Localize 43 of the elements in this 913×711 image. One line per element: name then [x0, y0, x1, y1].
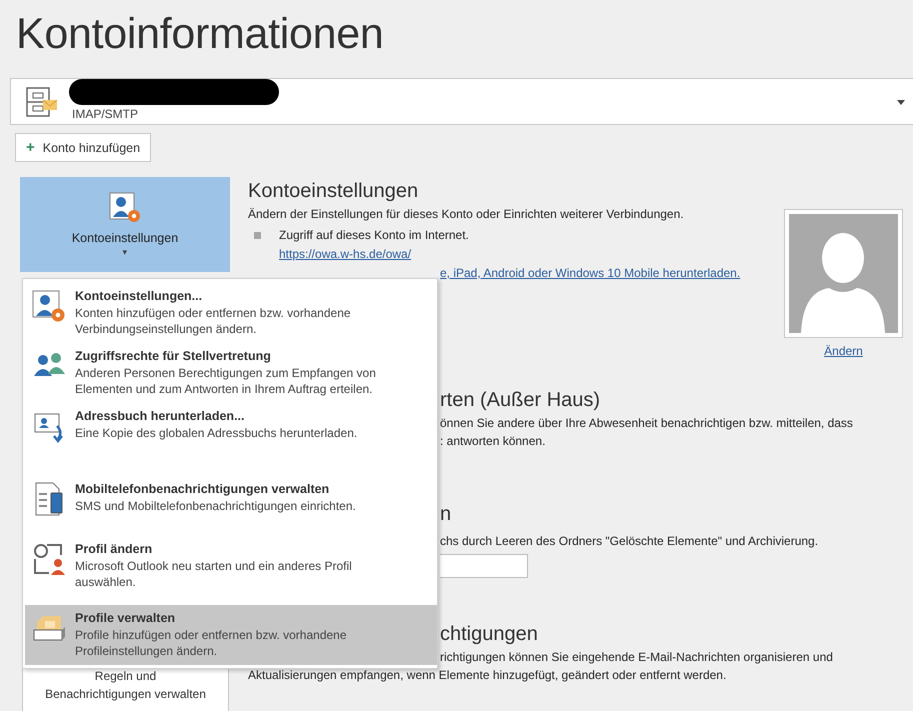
input-field[interactable]	[440, 554, 528, 578]
file-cabinet-icon	[25, 86, 59, 120]
add-account-button[interactable]: + Konto hinzufügen	[15, 133, 152, 162]
account-type: IMAP/SMTP	[72, 107, 138, 121]
menu-item[interactable]: Profile verwalten Profile hinzufügen oder entfernen bzw. vorhandene Profileinstellungen ändern.	[25, 605, 437, 665]
user-gear-icon	[31, 288, 67, 324]
section-heading: n	[440, 502, 452, 527]
section-heading: chtigungen	[440, 622, 539, 647]
menu-item-description: Eine Kopie des globalen Adressbuchs herunterladen.	[75, 425, 358, 441]
menu-item-title: Mobiltelefonbenachrichtigungen verwalten	[75, 481, 330, 498]
menu-item-description: Microsoft Outlook neu starten und ein anderes Profil auswählen.	[75, 558, 353, 590]
section-description: önnen Sie andere über Ihre Abwesenheit benachrichtigen bzw. mitteilen, dass	[440, 415, 853, 432]
menu-item-title: Adressbuch herunterladen...	[75, 408, 246, 425]
menu-item-title: Profil ändern	[75, 541, 154, 558]
account-selector[interactable]: IMAP/SMTP	[10, 78, 913, 125]
section-description: Aktualisierungen empfangen, wenn Elemente hinzugefügt, geändert oder entfernt werden.	[248, 667, 728, 684]
owa-link[interactable]: https://owa.w-hs.de/owa/	[279, 247, 412, 261]
section-description: Ändern der Einstellungen für dieses Konto oder Einrichten weiterer Verbindungen.	[248, 206, 685, 223]
profile-switch-icon	[31, 541, 67, 577]
user-gear-icon	[108, 191, 142, 225]
menu-item-description: Anderen Personen Berechtigungen zum Empfangen von Elementen und zum Antworten in Ihrem Auftrag erteilen.	[75, 365, 377, 397]
bullet-text: Zugriff auf dieses Konto im Internet.	[279, 227, 469, 244]
menu-item-title: Kontoeinstellungen...	[75, 288, 204, 305]
section-description: chs durch Leeren des Ordners "Gelöschte Elemente" und Archivierung.	[440, 533, 818, 550]
page-title: Kontoinformationen	[16, 9, 385, 60]
menu-item-description: Konten hinzufügen oder entfernen bzw. vorhandene Verbindungseinstellungen ändern.	[75, 305, 352, 337]
mobile-app-link[interactable]: e, iPad, Android oder Windows 10 Mobile herunterladen.	[440, 266, 740, 280]
menu-item-description: SMS und Mobiltelefonbenachrichtigungen einrichten.	[75, 498, 356, 514]
menu-item[interactable]: Kontoeinstellungen... Konten hinzufügen oder entfernen bzw. vorhandene Verbindungseinstellungen ändern.	[25, 283, 437, 343]
change-photo-link[interactable]: Ändern	[824, 344, 863, 358]
section-description: : antworten können.	[440, 433, 546, 450]
menu-item[interactable]: Zugriffsrechte für Stellvertretung Anderen Personen Berechtigungen zum Empfangen von Elementen und zum Antworten in Ihrem Auftrag erteilen.	[25, 343, 437, 403]
menu-item-title: Zugriffsrechte für Stellvertretung	[75, 348, 272, 365]
menu-item[interactable]: Mobiltelefonbenachrichtigungen verwalten SMS und Mobiltelefonbenachrichtigungen einrichten.	[25, 459, 437, 529]
section-description: richtigungen können Sie eingehende E-Mail-Nachrichten organisieren und	[440, 649, 833, 666]
dropdown-caret-icon	[897, 100, 905, 105]
account-settings-tile[interactable]: Kontoeinstellungen ▾	[20, 177, 230, 272]
menu-item[interactable]: Adressbuch herunterladen... Eine Kopie des globalen Adressbuchs herunterladen.	[25, 403, 437, 459]
section-heading: rten (Außer Haus)	[440, 388, 602, 413]
bullet-icon	[254, 232, 261, 238]
menu-item-title: Profile verwalten	[75, 610, 176, 627]
section-heading: Kontoeinstellungen	[248, 179, 420, 204]
menu-item[interactable]: Profil ändern Microsoft Outlook neu starten und ein anderes Profil auswählen.	[25, 529, 437, 601]
